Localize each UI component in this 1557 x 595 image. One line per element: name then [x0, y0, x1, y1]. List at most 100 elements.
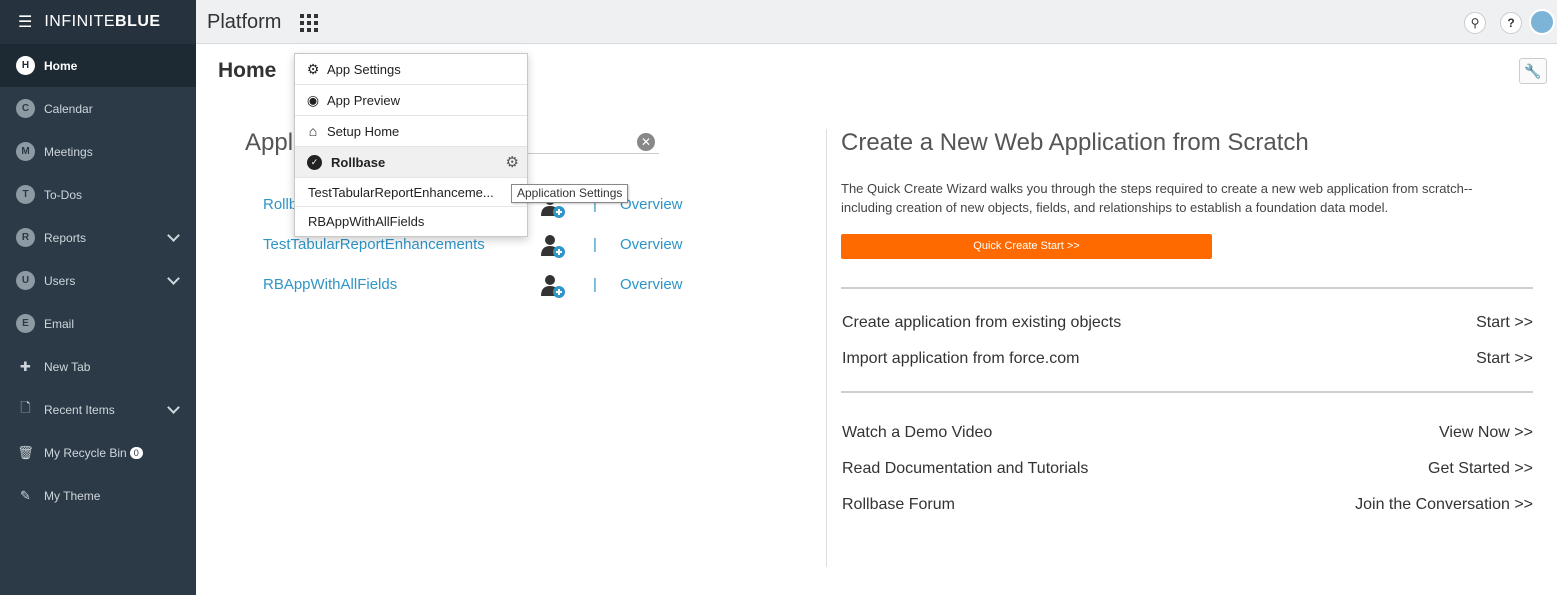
- sidebar-item-reports[interactable]: R Reports: [0, 216, 196, 259]
- email-letter-icon: E: [16, 314, 35, 333]
- sidebar-item-calendar[interactable]: C Calendar: [0, 87, 196, 130]
- resource-label: Watch a Demo Video: [842, 424, 993, 441]
- sidebar-item-email[interactable]: E Email: [0, 302, 196, 345]
- menu-item-label: App Preview: [327, 92, 400, 108]
- sidebar-item-meetings[interactable]: M Meetings: [0, 130, 196, 173]
- plus-icon: ✚: [20, 358, 31, 374]
- reports-letter-icon: R: [16, 228, 35, 247]
- tooltip: Application Settings: [511, 184, 629, 203]
- brand-bar: ☰ INFINITEBLUE: [0, 0, 196, 44]
- option-row: Import application from force.com Start …: [841, 341, 1533, 377]
- resource-row: Rollbase Forum Join the Conversation >>: [841, 487, 1533, 523]
- applications-heading: Appl: [245, 129, 294, 156]
- todos-letter-icon: T: [16, 185, 35, 204]
- search-icon[interactable]: ⚲: [1464, 12, 1486, 34]
- menu-item-label: Setup Home: [327, 123, 400, 139]
- app-link[interactable]: RBAppWithAllFields: [263, 276, 397, 293]
- separator: |: [593, 236, 597, 253]
- wrench-icon[interactable]: 🔧: [1519, 58, 1547, 84]
- separator: |: [593, 276, 597, 293]
- sidebar-item-label: New Tab: [44, 359, 91, 374]
- option-action-link[interactable]: Start >>: [1476, 341, 1533, 377]
- create-app-description: The Quick Create Wizard walks you throug…: [841, 181, 1473, 215]
- add-user-icon[interactable]: [539, 272, 567, 300]
- app-row: RBAppWithAllFields | Overview: [263, 275, 693, 300]
- avatar[interactable]: [1529, 9, 1555, 35]
- option-label: Create application from existing objects: [842, 314, 1122, 331]
- option-action-link[interactable]: Start >>: [1476, 305, 1533, 341]
- menu-item-app-settings[interactable]: ⚙ App Settings: [295, 54, 527, 85]
- menu-item-label: Rollbase: [331, 154, 386, 170]
- recycle-count-badge: 0: [129, 446, 143, 459]
- overview-link[interactable]: Overview: [620, 196, 683, 213]
- edit-icon: ✎: [20, 487, 31, 503]
- gear-icon[interactable]: ⚙: [506, 153, 519, 171]
- app-grid-icon[interactable]: [300, 14, 318, 32]
- option-row: Create application from existing objects…: [841, 305, 1533, 341]
- divider: [841, 287, 1533, 289]
- help-icon[interactable]: ?: [1500, 12, 1522, 34]
- menu-item-label: App Settings: [327, 61, 401, 77]
- menu-item-app-preview[interactable]: ◉ App Preview: [295, 85, 527, 116]
- trash-icon: 🗑: [17, 444, 34, 460]
- resource-action-link[interactable]: Get Started >>: [1428, 451, 1533, 487]
- calendar-letter-icon: C: [16, 99, 35, 118]
- binoculars-icon: ◉: [306, 91, 320, 108]
- app-link[interactable]: TestTabularReportEnhancements: [263, 236, 485, 253]
- clear-search-icon[interactable]: ✕: [637, 133, 655, 151]
- chevron-down-icon[interactable]: [167, 401, 180, 414]
- sidebar-item-label: Email: [44, 316, 75, 331]
- app-switcher-dropdown: ⚙ App Settings ◉ App Preview ⌂ Setup Hom…: [294, 53, 528, 237]
- divider: [841, 391, 1533, 393]
- resource-action-link[interactable]: Join the Conversation >>: [1355, 487, 1533, 523]
- check-circle-icon: ✓: [307, 154, 322, 170]
- sidebar-item-users[interactable]: U Users: [0, 259, 196, 302]
- sidebar-item-recycle-bin[interactable]: 🗑 My Recycle Bin 0: [0, 431, 196, 474]
- sidebar-item-todos[interactable]: T To-Dos: [0, 173, 196, 216]
- add-user-icon[interactable]: [539, 232, 567, 260]
- gear-icon: ⚙: [306, 60, 320, 77]
- resource-row: Read Documentation and Tutorials Get Sta…: [841, 451, 1533, 487]
- create-app-title: Create a New Web Application from Scratc…: [841, 129, 1309, 156]
- option-label: Import application from force.com: [842, 350, 1080, 367]
- menu-item-app[interactable]: RBAppWithAllFields: [295, 207, 527, 236]
- sidebar-item-label: My Theme: [44, 488, 101, 503]
- sidebar-item-label: My Recycle Bin: [44, 445, 127, 460]
- home-icon: ⌂: [308, 123, 318, 139]
- app-search-input[interactable]: ✕: [526, 130, 659, 154]
- menu-item-app[interactable]: TestTabularReportEnhanceme...: [295, 178, 527, 207]
- sidebar-nav: H Home C Calendar M Meetings T To-Dos R …: [0, 44, 196, 517]
- sidebar: ☰ INFINITEBLUE H Home C Calendar M Meeti…: [0, 0, 196, 595]
- app-row: TestTabularReportEnhancements | Overview: [263, 235, 693, 260]
- sidebar-item-recent-items[interactable]: 🗋 Recent Items: [0, 388, 196, 431]
- file-icon: 🗋: [20, 399, 31, 415]
- overview-link[interactable]: Overview: [620, 236, 683, 253]
- resource-label: Read Documentation and Tutorials: [842, 460, 1089, 477]
- create-app-panel: Create a New Web Application from Scratc…: [841, 129, 1533, 523]
- platform-title: Platform: [207, 11, 282, 33]
- sidebar-item-label: Meetings: [44, 144, 93, 159]
- home-letter-icon: H: [16, 56, 35, 75]
- chevron-down-icon[interactable]: [167, 272, 180, 285]
- app-link[interactable]: Rollb: [263, 196, 297, 213]
- quick-create-button[interactable]: Quick Create Start >>: [841, 234, 1212, 259]
- meetings-letter-icon: M: [16, 142, 35, 161]
- sidebar-item-label: Calendar: [44, 101, 93, 116]
- users-letter-icon: U: [16, 271, 35, 290]
- resource-label: Rollbase Forum: [842, 496, 955, 513]
- chevron-down-icon[interactable]: [167, 229, 180, 242]
- menu-item-setup-home[interactable]: ⌂ Setup Home: [295, 116, 527, 147]
- sidebar-item-home[interactable]: H Home: [0, 44, 196, 87]
- sidebar-item-label: Reports: [44, 230, 87, 245]
- divider: [826, 129, 827, 567]
- hamburger-icon[interactable]: ☰: [18, 12, 32, 32]
- sidebar-item-label: To-Dos: [44, 187, 83, 202]
- menu-item-rollbase[interactable]: ✓ Rollbase ⚙: [295, 147, 527, 178]
- sidebar-item-new-tab[interactable]: ✚ New Tab: [0, 345, 196, 388]
- overview-link[interactable]: Overview: [620, 276, 683, 293]
- brand-logo[interactable]: INFINITEBLUE: [44, 13, 160, 31]
- resource-action-link[interactable]: View Now >>: [1439, 415, 1533, 451]
- sidebar-item-my-theme[interactable]: ✎ My Theme: [0, 474, 196, 517]
- resource-row: Watch a Demo Video View Now >>: [841, 415, 1533, 451]
- sidebar-item-label: Home: [44, 58, 78, 73]
